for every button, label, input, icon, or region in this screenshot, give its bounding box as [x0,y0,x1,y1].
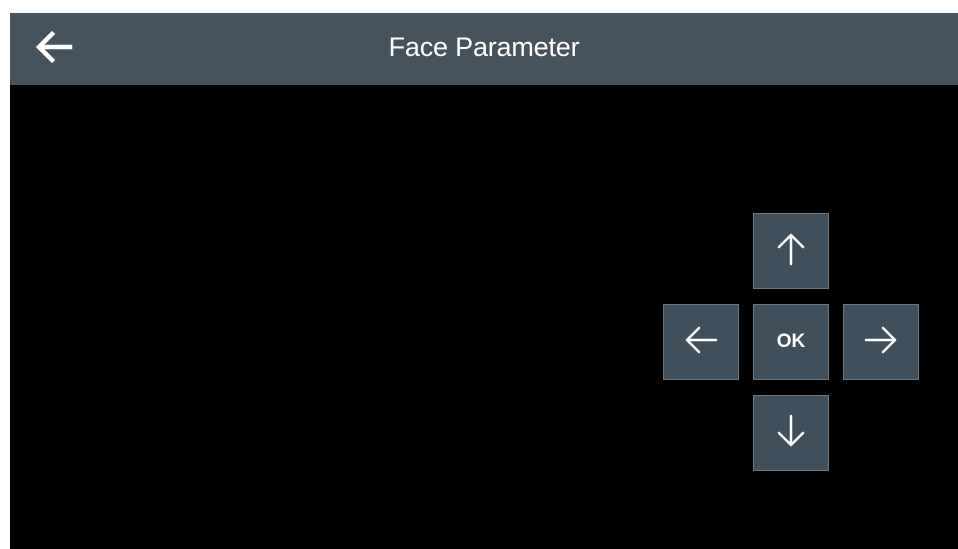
back-button[interactable] [34,25,90,73]
title-bar: Face Parameter [10,13,958,85]
left-button[interactable] [663,304,739,380]
up-button[interactable] [753,213,829,289]
arrow-left-icon [683,322,719,363]
right-button[interactable] [843,304,919,380]
ok-label: OK [776,331,806,352]
arrow-left-icon [34,29,74,70]
arrow-up-icon [773,231,809,272]
arrow-down-icon [773,413,809,454]
ok-button[interactable]: OK [753,304,829,380]
device-screen: Face Parameter OK [10,13,958,549]
arrow-right-icon [863,322,899,363]
direction-pad: OK [10,13,958,549]
page-title: Face Parameter [388,32,580,62]
down-button[interactable] [753,395,829,471]
